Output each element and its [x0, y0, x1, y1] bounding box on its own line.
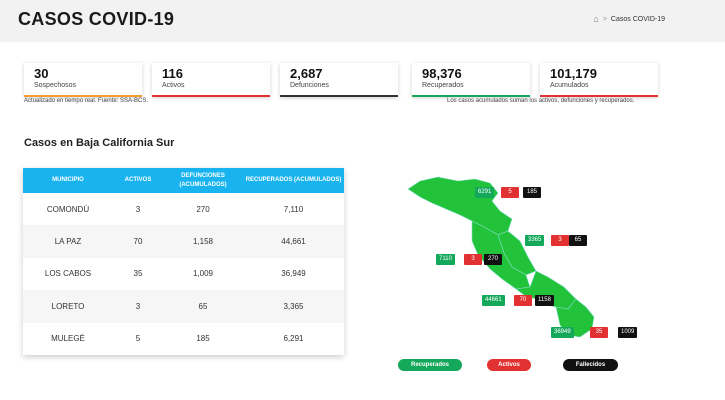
stat-card-sospechosos: 30 Sospechosos — [24, 63, 142, 97]
table-row: LOS CABOS 35 1,009 36,949 — [23, 258, 344, 290]
column-header-activos: ACTIVOS — [124, 177, 152, 183]
stat-card-recuperados: 98,376 Recuperados — [412, 63, 530, 97]
loscabos-activos-badge: 35 — [590, 327, 608, 338]
cell-recuperados: 3,365 — [283, 301, 304, 311]
legend-fallecidos: Fallecidos — [563, 359, 618, 371]
cell-activos: 70 — [133, 237, 143, 247]
column-header-defunciones: DEFUNCIONES (ACUMULADOS) — [179, 172, 227, 188]
cell-municipio: MULEGÉ — [51, 334, 85, 344]
cell-defunciones: 185 — [196, 334, 210, 344]
mulege-region — [407, 176, 513, 236]
bcs-map: 6291 5 185 3365 3 65 7110 3 270 44661 70… — [380, 175, 650, 345]
section-title: Casos en Baja California Sur — [24, 137, 175, 149]
cell-recuperados: 7,110 — [283, 204, 304, 214]
stat-label: Defunciones — [290, 82, 329, 89]
cell-recuperados: 36,949 — [281, 269, 306, 279]
stat-value: 2,687 — [290, 66, 323, 81]
breadcrumb-current: Casos COVID-19 — [610, 16, 665, 23]
lapaz-fallecidos-badge: 1158 — [535, 295, 554, 306]
comondu-fallecidos-badge: 270 — [484, 254, 502, 265]
stat-accent-bar — [280, 95, 398, 97]
stat-accent-bar — [540, 95, 658, 97]
cell-activos: 3 — [135, 301, 141, 311]
stat-label: Acumulados — [550, 82, 589, 89]
stat-card-acumulados: 101,179 Acumulados — [540, 63, 658, 97]
cell-activos: 5 — [135, 334, 141, 344]
stat-label: Recuperados — [422, 82, 464, 89]
municipios-table: MUNICIPIO ACTIVOS DEFUNCIONES (ACUMULADO… — [23, 168, 344, 355]
table-header-row: MUNICIPIO ACTIVOS DEFUNCIONES (ACUMULADO… — [23, 168, 344, 193]
legend-recuperados: Recuperados — [398, 359, 462, 371]
stat-accent-bar — [412, 95, 530, 97]
stat-label: Activos — [162, 82, 185, 89]
loscabos-fallecidos-badge: 1009 — [618, 327, 638, 338]
legend-activos: Activos — [487, 359, 531, 371]
stat-label: Sospechosos — [34, 82, 77, 89]
stat-card-defunciones: 2,687 Defunciones — [280, 63, 398, 97]
stat-card-activos: 116 Activos — [152, 63, 270, 97]
table-row: LORETO 3 65 3,365 — [23, 290, 344, 323]
stat-value: 30 — [34, 66, 49, 81]
cell-municipio: LORETO — [51, 301, 85, 311]
mulege-fallecidos-badge: 185 — [523, 187, 541, 198]
comondu-activos-badge: 3 — [464, 254, 482, 265]
cell-recuperados: 6,291 — [283, 334, 304, 344]
cell-defunciones: 270 — [196, 204, 210, 214]
loreto-recuperados-badge: 3365 — [525, 235, 545, 246]
comondu-recuperados-badge: 7110 — [436, 254, 455, 265]
cell-recuperados: 44,661 — [281, 237, 306, 247]
cell-municipio: LA PAZ — [54, 237, 82, 247]
header-bar: CASOS COVID-19 ⌂ > Casos COVID-19 — [0, 0, 725, 42]
table-row: LA PAZ 70 1,158 44,661 — [23, 225, 344, 258]
cell-municipio: COMONDÚ — [46, 204, 90, 214]
accumulated-note: Los casos acumulados suman los activos, … — [447, 98, 635, 104]
cell-defunciones: 1,009 — [192, 269, 214, 279]
stat-value: 101,179 — [550, 66, 597, 81]
column-header-recuperados: RECUPERADOS (ACUMULADOS) — [245, 177, 342, 183]
bcs-map-shape — [407, 176, 595, 338]
stat-accent-bar — [152, 95, 270, 97]
cell-defunciones: 1,158 — [192, 237, 214, 247]
stat-accent-bar — [24, 95, 142, 97]
lapaz-recuperados-badge: 44661 — [482, 295, 505, 306]
page-title: CASOS COVID-19 — [18, 9, 175, 29]
home-icon[interactable]: ⌂ — [593, 15, 598, 24]
cell-activos: 35 — [133, 269, 143, 279]
update-note: Actualizado en tiempo real. Fuente: SSA-… — [24, 98, 149, 104]
table-row: MULEGÉ 5 185 6,291 — [23, 323, 344, 355]
lapaz-activos-badge: 70 — [514, 295, 532, 306]
loreto-fallecidos-badge: 65 — [569, 235, 587, 246]
breadcrumb: ⌂ > Casos COVID-19 — [593, 15, 665, 24]
cell-municipio: LOS CABOS — [44, 269, 92, 279]
mulege-activos-badge: 5 — [501, 187, 519, 198]
breadcrumb-separator: > — [602, 16, 607, 23]
table-row: COMONDÚ 3 270 7,110 — [23, 193, 344, 225]
stat-value: 116 — [162, 66, 183, 81]
mulege-recuperados-badge: 6291 — [475, 187, 495, 198]
loscabos-recuperados-badge: 36949 — [551, 327, 574, 338]
stats-row: 30 Sospechosos 116 Activos 2,687 Defunci… — [24, 63, 664, 97]
loreto-activos-badge: 3 — [551, 235, 569, 246]
column-header-municipio: MUNICIPIO — [52, 177, 84, 183]
cell-defunciones: 65 — [198, 301, 208, 311]
stat-value: 98,376 — [422, 66, 462, 81]
cell-activos: 3 — [135, 204, 141, 214]
